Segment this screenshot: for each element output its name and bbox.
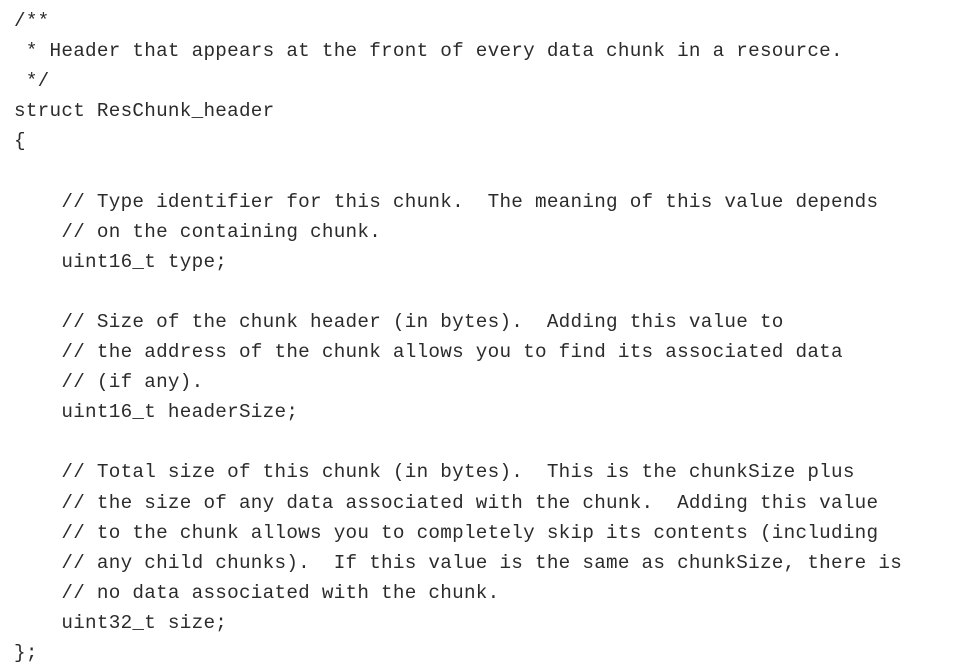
code-line: // Type identifier for this chunk. The m… (14, 190, 879, 213)
code-line: */ (14, 70, 50, 93)
code-line: // any child chunks). If this value is t… (14, 551, 903, 574)
code-block: /** * Header that appears at the front o… (14, 6, 954, 668)
code-line: uint16_t type; (14, 250, 228, 273)
code-line: // Total size of this chunk (in bytes). … (14, 461, 855, 484)
code-line: // (if any). (14, 371, 204, 394)
code-line: uint32_t size; (14, 611, 228, 634)
code-line: { (14, 130, 26, 153)
code-line: // Size of the chunk header (in bytes). … (14, 310, 784, 333)
code-line: struct ResChunk_header (14, 100, 275, 123)
code-line: // the address of the chunk allows you t… (14, 341, 843, 364)
code-line: // the size of any data associated with … (14, 491, 879, 514)
code-line: }; (14, 641, 38, 664)
code-line: * Header that appears at the front of ev… (14, 40, 843, 63)
code-listing: /** * Header that appears at the front o… (0, 0, 954, 664)
code-line: /** (14, 10, 50, 32)
code-line: // on the containing chunk. (14, 220, 382, 243)
code-line: uint16_t headerSize; (14, 401, 299, 424)
code-line: // to the chunk allows you to completely… (14, 521, 879, 544)
code-line: // no data associated with the chunk. (14, 581, 500, 604)
